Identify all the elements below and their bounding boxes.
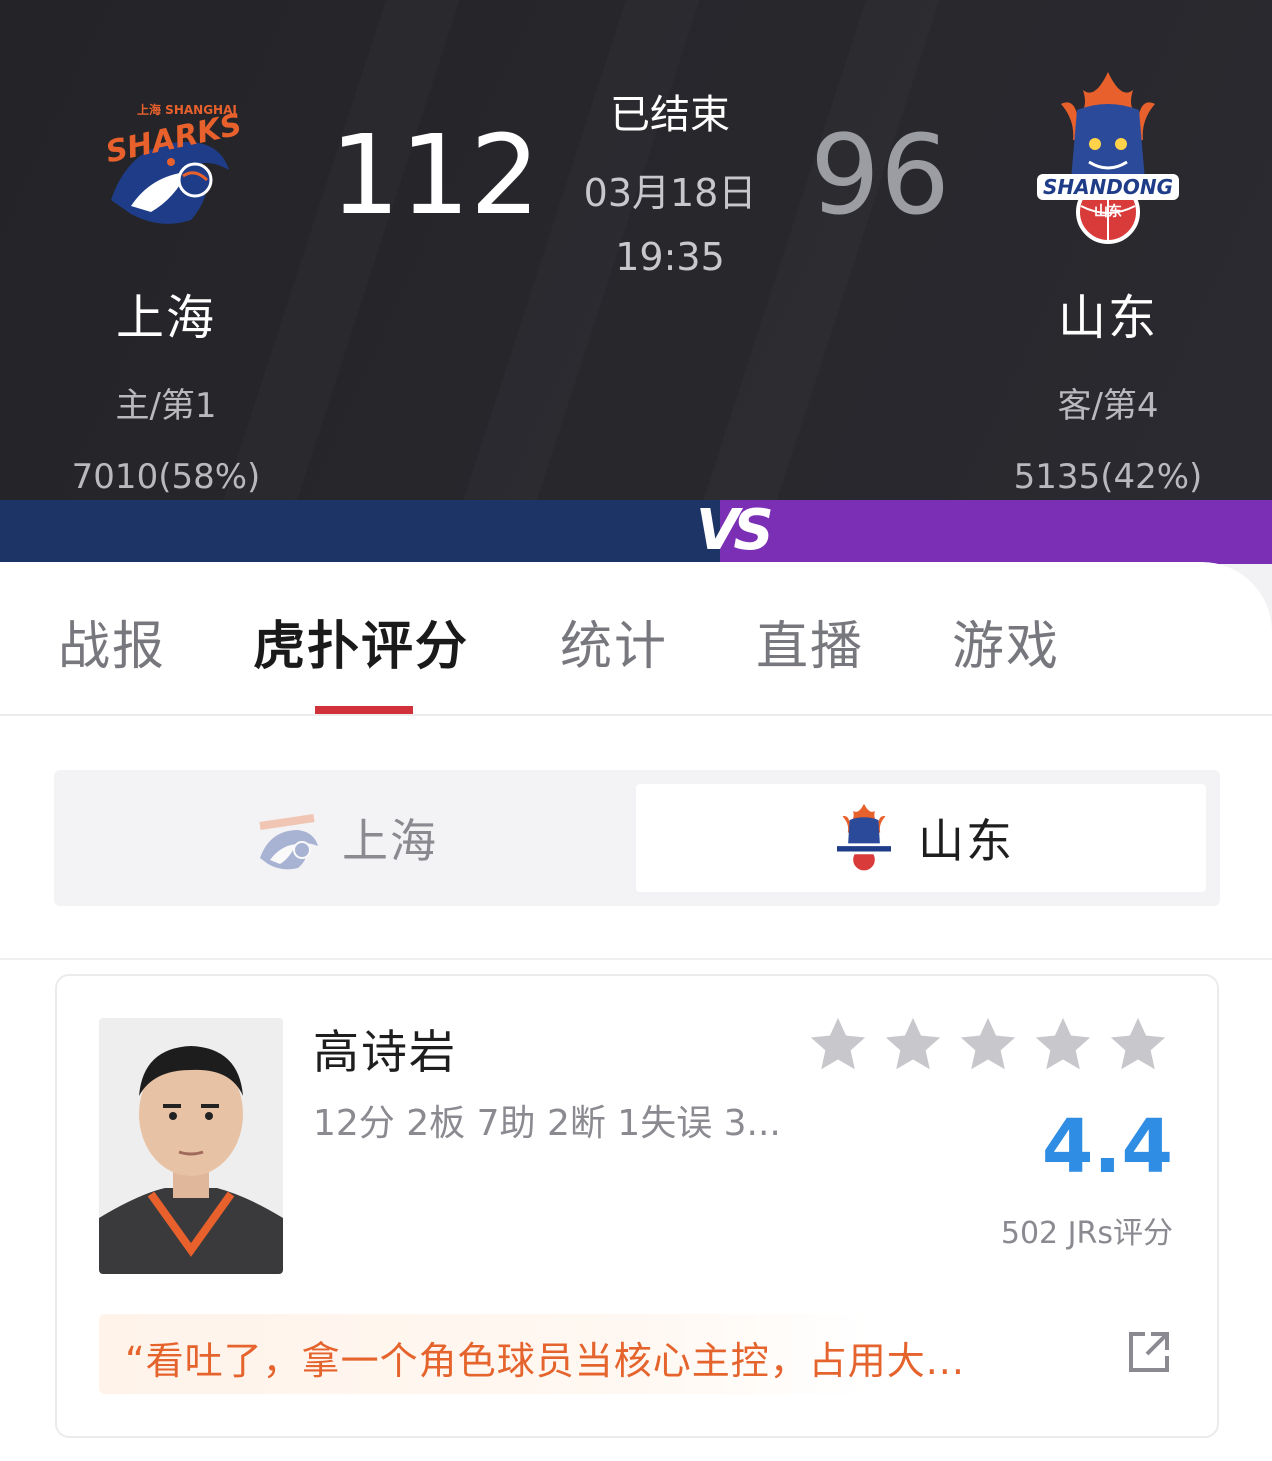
team-switch-shanghai[interactable]: 上海 xyxy=(54,784,636,892)
shandong-logo: SHANDONG 山东 xyxy=(1033,72,1183,244)
away-team-votes: 5135(42%) xyxy=(1013,457,1203,497)
away-team[interactable]: SHANDONG 山东 山东 客/第4 5135(42%) xyxy=(978,72,1238,497)
team-switcher: 上海 山东 xyxy=(54,770,1220,906)
shanghai-sharks-logo: SHARKS 上海 SHANGHAI xyxy=(91,80,245,240)
home-team[interactable]: SHARKS 上海 SHANGHAI 上海 主/第1 7010(58%) xyxy=(36,80,296,497)
player-rating-card[interactable]: 高诗岩 12分 2板 7助 2断 1失误 3... 4.4 502 JRs评分 … xyxy=(55,974,1219,1438)
rating-stars[interactable] xyxy=(807,1014,1169,1076)
tab-hupu-rating[interactable]: 虎扑评分 xyxy=(253,604,469,679)
home-vote-bar xyxy=(0,500,730,564)
home-team-votes: 7010(58%) xyxy=(71,457,261,497)
rater-count: 502 JRs评分 xyxy=(1000,1216,1173,1251)
match-date: 03月18日 xyxy=(583,171,757,215)
svg-text:SHANDONG: SHANDONG xyxy=(1043,175,1173,199)
player-rating-score: 4.4 xyxy=(1041,1104,1173,1190)
home-score: 112 xyxy=(330,111,540,239)
tab-games[interactable]: 游戏 xyxy=(952,604,1060,679)
match-status: 已结束 xyxy=(610,92,730,138)
tab-live[interactable]: 直播 xyxy=(756,604,864,679)
star-icon[interactable] xyxy=(1032,1014,1094,1076)
top-comment-text: “看吐了，拿一个角色球员当核心主控，占用大... xyxy=(125,1339,965,1383)
star-icon[interactable] xyxy=(957,1014,1019,1076)
match-time: 19:35 xyxy=(615,235,725,279)
tab-report[interactable]: 战报 xyxy=(58,604,166,679)
svg-text:上海 SHANGHAI: 上海 SHANGHAI xyxy=(137,102,237,117)
away-team-name: 山东 xyxy=(1057,290,1158,346)
tab-stats[interactable]: 统计 xyxy=(560,604,668,679)
player-stats-line: 12分 2板 7助 2断 1失误 3... xyxy=(313,1103,781,1144)
star-icon[interactable] xyxy=(807,1014,869,1076)
star-icon[interactable] xyxy=(882,1014,944,1076)
home-team-name: 上海 xyxy=(115,290,216,346)
away-score: 96 xyxy=(810,111,950,239)
away-team-rank: 客/第4 xyxy=(1057,386,1159,426)
scoreboard-header: SHARKS 上海 SHANGHAI 上海 主/第1 7010(58%) 112… xyxy=(0,0,1272,500)
home-team-rank: 主/第1 xyxy=(115,386,217,426)
away-vote-bar xyxy=(720,500,1272,564)
team-switch-shanghai-label: 上海 xyxy=(342,814,438,868)
player-name: 高诗岩 xyxy=(313,1025,457,1079)
active-tab-indicator xyxy=(315,706,413,714)
section-divider xyxy=(0,958,1272,960)
player-photo xyxy=(99,1018,283,1274)
vote-bar: VS xyxy=(0,500,1272,564)
match-info: 已结束 03月18日 19:35 xyxy=(560,82,780,279)
content-panel: 战报 虎扑评分 统计 直播 游戏 上海 山东 高诗岩 12分 2板 7助 2断 … xyxy=(0,562,1272,1461)
vs-label: VS xyxy=(696,498,774,563)
external-link-icon[interactable] xyxy=(1125,1328,1173,1376)
star-icon[interactable] xyxy=(1107,1014,1169,1076)
svg-text:山东: 山东 xyxy=(1094,203,1122,220)
shandong-logo-small xyxy=(833,803,895,873)
team-switch-shandong[interactable]: 山东 xyxy=(636,784,1206,892)
tab-bar: 战报 虎扑评分 统计 直播 游戏 xyxy=(0,562,1272,716)
top-comment[interactable]: “看吐了，拿一个角色球员当核心主控，占用大... xyxy=(99,1314,964,1394)
shanghai-sharks-logo-small xyxy=(259,814,318,870)
team-switch-shandong-label: 山东 xyxy=(918,814,1014,868)
